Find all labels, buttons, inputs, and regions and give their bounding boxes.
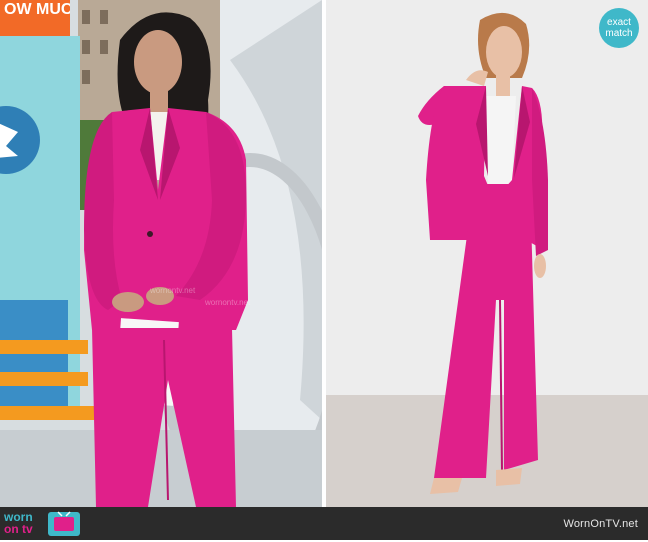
footer-bar <box>0 507 648 540</box>
logo-word-ontv: on tv <box>4 522 33 536</box>
badge-line2: match <box>605 28 633 39</box>
watermark-text: wornontv.net <box>150 286 196 295</box>
product-photo: exact match <box>326 0 648 507</box>
watermark-text: wornontv.net <box>205 298 251 307</box>
badge-line1: exact <box>607 17 631 28</box>
exact-match-badge: exact match <box>599 8 639 48</box>
tv-scene-illustration <box>0 0 322 507</box>
tv-headline-banner: OW MUCH <box>0 0 70 36</box>
site-name[interactable]: WornOnTV.net <box>563 518 638 530</box>
wornontv-logo[interactable]: worn on tv <box>4 511 84 537</box>
product-model-illustration <box>326 0 648 507</box>
tv-screenshot-photo: OW MUCH wornontv.net wornontv.net <box>0 0 322 507</box>
